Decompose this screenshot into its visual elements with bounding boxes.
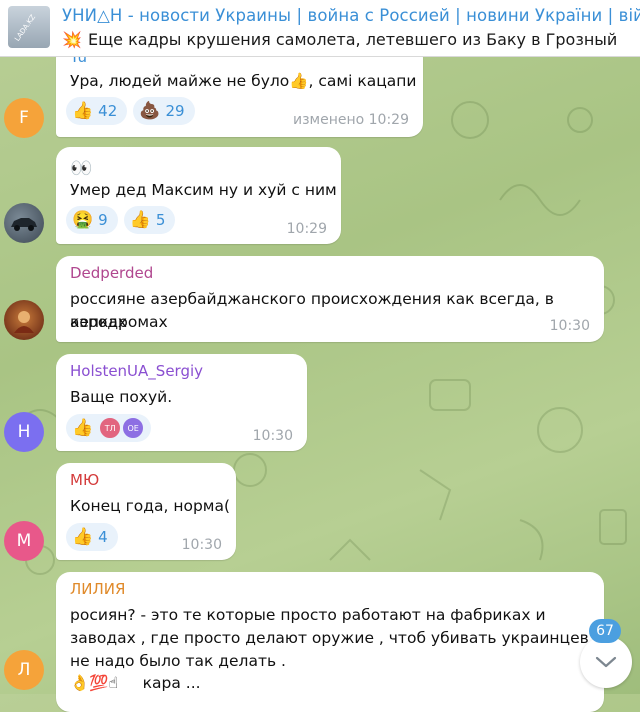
vomit-face-icon: 🤮 [72, 210, 94, 230]
avatar[interactable] [4, 203, 44, 243]
collision-emoji-icon: 💥 [62, 30, 82, 49]
poop-icon: 💩 [139, 101, 161, 121]
reaction-count: 9 [98, 211, 108, 229]
avatar-initial: H [17, 422, 31, 442]
car-photo-icon [11, 218, 37, 231]
reaction-thumbs-up[interactable]: 👍 4 [66, 523, 118, 551]
message-bubble[interactable]: 👀 Умер дед Максим ну и хуй с ним 🤮 9 👍 5… [56, 147, 341, 244]
message-bubble[interactable]: Dedperded россияне азербайджанского прои… [56, 256, 604, 342]
reaction-count: 4 [98, 528, 108, 546]
scroll-to-bottom-button[interactable] [580, 636, 632, 688]
message-sender[interactable]: ЛИЛИЯ [70, 580, 125, 598]
message-text: Ура, людей майже не було👍, самі кацапи [70, 72, 417, 90]
message-bubble[interactable]: HolstenUA_Sergiy Ваще похуй. 👍 ТЛ OE 10:… [56, 354, 307, 451]
channel-title[interactable]: УНИ△Н - новости Украины | война с Россие… [62, 6, 640, 25]
message-time: 10:30 [549, 318, 590, 334]
reactions: 👍 4 [66, 523, 118, 551]
avatar-initial: F [19, 108, 29, 128]
profile-photo-icon [14, 311, 34, 333]
message-text: росиян? - это те которые просто работают… [70, 606, 546, 624]
avatar-initial: M [16, 531, 32, 551]
message-bubble[interactable]: Yu Ура, людей майже не було👍, самі кацап… [56, 44, 423, 137]
thumbnail-watermark: LADA.KZ [13, 13, 38, 43]
avatar[interactable]: Л [4, 650, 44, 690]
reactor-avatar: OE [121, 416, 146, 440]
avatar-initial: Л [17, 660, 31, 680]
reactions: 🤮 9 👍 5 [66, 206, 176, 234]
channel-thumbnail: LADA.KZ [8, 6, 50, 48]
thumbs-up-icon: 👍 [72, 527, 94, 547]
message-text: Ваще похуй. [70, 388, 173, 406]
reactions: 👍 ТЛ OE [66, 414, 152, 442]
reaction-thumbs-up[interactable]: 👍 5 [123, 206, 176, 234]
message-text: заводах , где просто делают оружие , что… [70, 629, 602, 647]
reaction-vomit[interactable]: 🤮 9 [66, 206, 118, 234]
message-text: аэродромах [70, 313, 168, 331]
message-bubble[interactable]: ЛИЛИЯ росиян? - это те которые просто ра… [56, 572, 604, 712]
reaction-thumbs-up[interactable]: 👍 ТЛ OE [66, 414, 152, 442]
message-text: Умер дед Максим ну и хуй с ним [70, 181, 337, 199]
reaction-count: 5 [155, 211, 166, 229]
message-text: Конец года, норма( [70, 497, 231, 515]
reactions: 👍 42 💩 29 [66, 97, 195, 125]
message-text: 👀 [70, 158, 93, 179]
message-sender[interactable]: HolstenUA_Sergiy [70, 362, 203, 380]
message-time: 10:29 [286, 221, 327, 237]
thumbs-up-icon: 👍 [72, 101, 94, 121]
reaction-count: 42 [98, 102, 118, 120]
avatar[interactable]: M [4, 521, 44, 561]
reactor-avatar: ТЛ [98, 416, 123, 440]
message-time: 10:30 [181, 537, 222, 553]
message-bubble[interactable]: МЮ Конец года, норма( 👍 4 10:30 [56, 463, 236, 560]
avatar[interactable]: H [4, 412, 44, 452]
avatar[interactable] [4, 300, 44, 340]
thumbs-up-icon: 👍 [72, 418, 94, 438]
reaction-thumbs-up[interactable]: 👍 42 [66, 97, 128, 125]
reaction-count: 29 [165, 102, 185, 120]
message-text: не надо было так делать . [70, 652, 286, 670]
pinned-message-preview[interactable]: 💥 Еще кадры крушения самолета, летевшего … [62, 30, 640, 49]
avatar[interactable]: F [4, 98, 44, 138]
pinned-message-text: Еще кадры крушения самолета, летевшего и… [88, 30, 618, 49]
chevron-down-icon [595, 656, 617, 668]
message-sender[interactable]: Dedperded [70, 264, 153, 282]
reaction-poop[interactable]: 💩 29 [133, 97, 195, 125]
thumbs-up-icon: 👍 [129, 210, 151, 230]
unread-count-badge[interactable]: 67 [589, 619, 621, 643]
message-time: изменено 10:29 [293, 112, 409, 128]
message-time: 10:30 [252, 428, 293, 444]
message-sender[interactable]: МЮ [70, 471, 99, 489]
pinned-message-bar[interactable]: LADA.KZ УНИ△Н - новости Украины | война … [0, 0, 640, 57]
message-text: 👌💯☝ кара ... [70, 674, 201, 692]
